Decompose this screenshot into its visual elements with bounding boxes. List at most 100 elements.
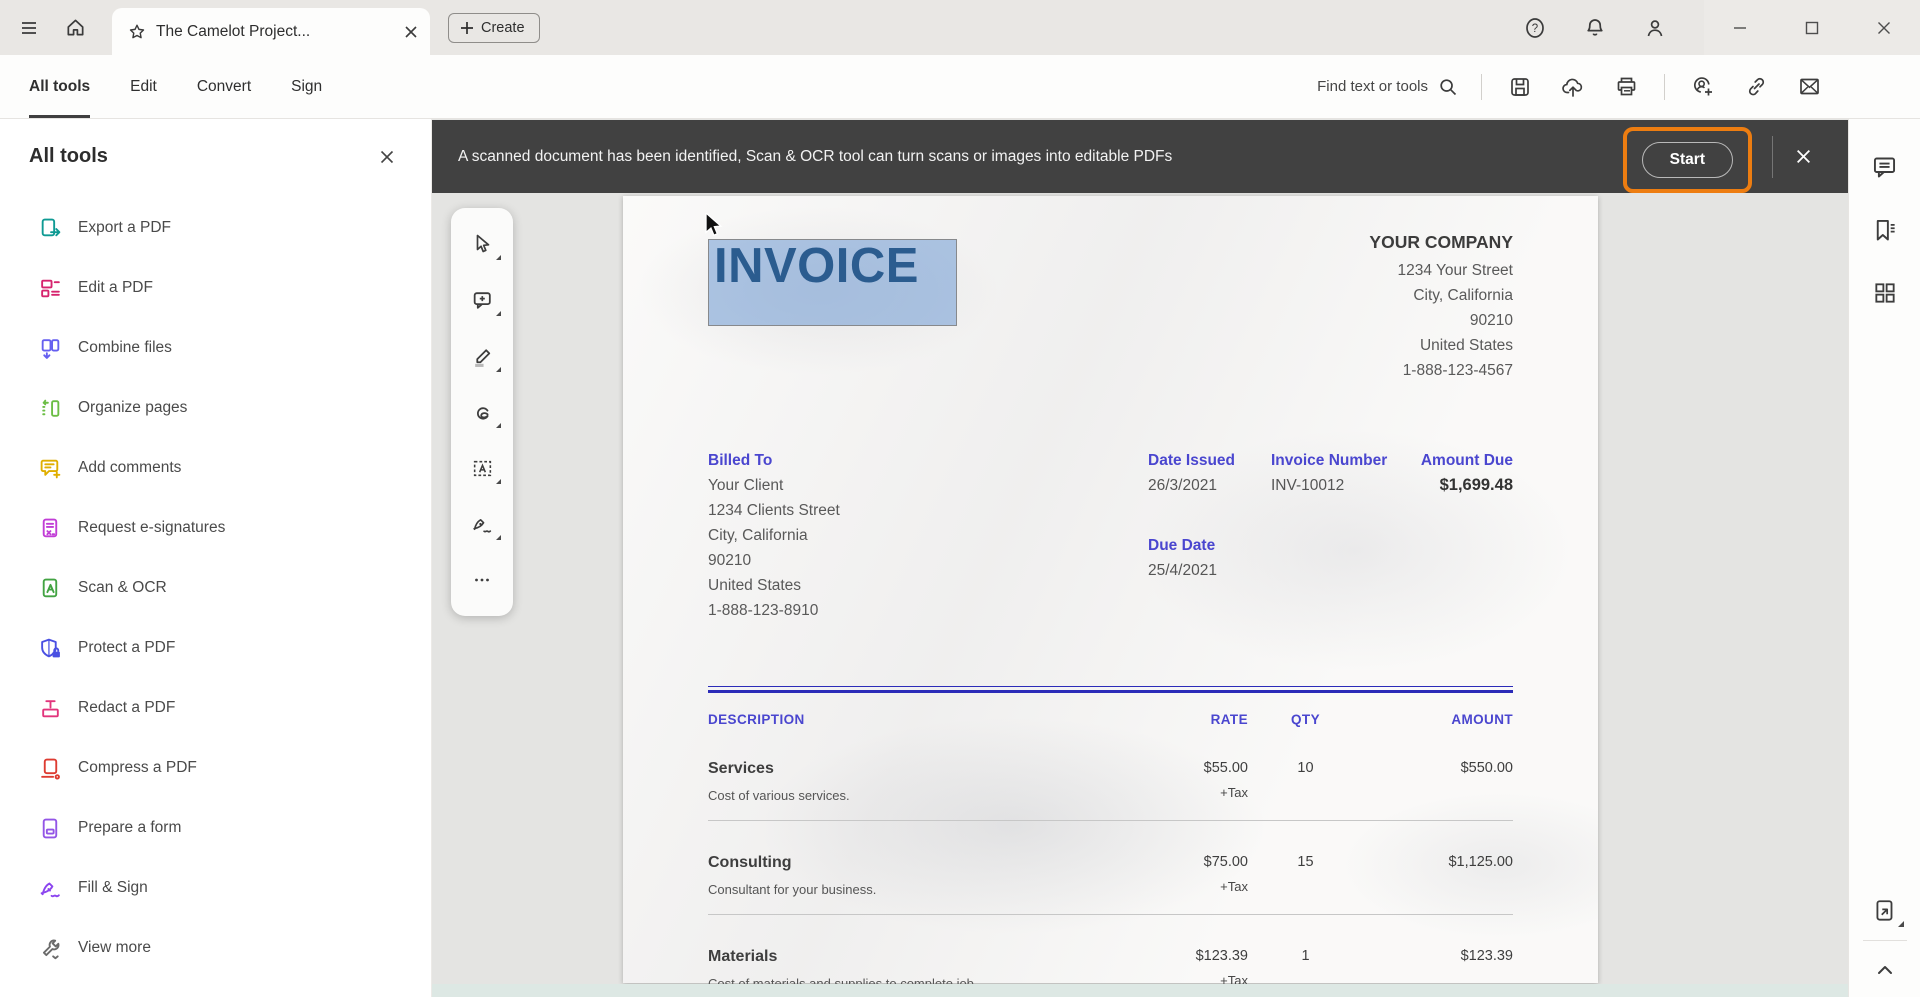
create-button[interactable]: Create	[448, 13, 540, 43]
find-text-or-tools[interactable]: Find text or tools	[1317, 77, 1458, 97]
close-window-button[interactable]	[1848, 0, 1920, 55]
row-rate: $123.39	[1123, 948, 1248, 964]
collapse-rail-button[interactable]	[1868, 955, 1902, 985]
request-signatures-button[interactable]	[1688, 72, 1718, 102]
tool-item-add-comments[interactable]: Add comments	[0, 438, 431, 498]
select-tool-button[interactable]	[451, 216, 513, 272]
title-bar: The Camelot Project... Create ?	[0, 0, 1920, 55]
sign-tool-button[interactable]	[451, 496, 513, 552]
share-link-button[interactable]	[1741, 72, 1771, 102]
tool-item-protect-pdf[interactable]: Protect a PDF	[0, 618, 431, 678]
draw-tool-button[interactable]	[451, 384, 513, 440]
add-comment-tool-button[interactable]	[451, 272, 513, 328]
add-text-tool-button[interactable]	[451, 440, 513, 496]
view-more-icon	[38, 936, 62, 960]
tool-item-compress-pdf[interactable]: Compress a PDF	[0, 738, 431, 798]
header-qty: QTY	[1248, 712, 1363, 727]
billed-line: Your Client	[708, 473, 840, 498]
amount-due-label: Amount Due	[1421, 448, 1513, 473]
close-icon	[379, 149, 395, 165]
maximize-button[interactable]	[1776, 0, 1848, 55]
hamburger-menu-button[interactable]	[6, 18, 52, 38]
pdf-page[interactable]: INVOICE YOUR COMPANY 1234 Your Street Ci…	[623, 196, 1598, 983]
tab-convert[interactable]: Convert	[197, 55, 251, 118]
tab-close-icon[interactable]	[404, 25, 418, 39]
invoice-number-label: Invoice Number	[1271, 448, 1387, 473]
user-icon	[1644, 17, 1666, 39]
tool-item-export-pdf[interactable]: Export a PDF	[0, 198, 431, 258]
company-line: 1234 Your Street	[1369, 258, 1513, 283]
tool-item-scan-ocr[interactable]: Scan & OCR	[0, 558, 431, 618]
company-line: 90210	[1369, 308, 1513, 333]
table-row: Services Cost of various services. $55.0…	[708, 727, 1513, 821]
tab-edit[interactable]: Edit	[130, 55, 157, 118]
table-row: Consulting Consultant for your business.…	[708, 821, 1513, 915]
selected-invoice-title[interactable]: INVOICE	[708, 239, 957, 326]
header-amount: AMOUNT	[1363, 712, 1513, 727]
tool-item-combine-files[interactable]: Combine files	[0, 318, 431, 378]
help-icon: ?	[1524, 17, 1546, 39]
print-button[interactable]	[1611, 72, 1641, 102]
row-note: Consultant for your business.	[708, 882, 1123, 897]
home-button[interactable]	[52, 17, 98, 38]
company-line: 1-888-123-4567	[1369, 358, 1513, 383]
highlight-tool-button[interactable]	[451, 328, 513, 384]
star-icon[interactable]	[128, 23, 146, 41]
tool-item-prepare-form[interactable]: Prepare a form	[0, 798, 431, 858]
tool-item-edit-pdf[interactable]: Edit a PDF	[0, 258, 431, 318]
comments-panel-button[interactable]	[1868, 152, 1902, 182]
cloud-upload-icon	[1561, 75, 1585, 99]
comment-icon	[1871, 154, 1898, 181]
header-rate: RATE	[1123, 712, 1248, 727]
date-issued-value: 26/3/2021	[1148, 473, 1235, 498]
start-ocr-button[interactable]: Start	[1642, 142, 1733, 178]
billed-line: City, California	[708, 523, 840, 548]
invoice-number-value: INV-10012	[1271, 473, 1387, 498]
bookmarks-panel-button[interactable]	[1868, 215, 1902, 245]
ocr-banner-message: A scanned document has been identified, …	[432, 148, 1623, 166]
tool-item-view-more[interactable]: View more	[0, 918, 431, 978]
tool-item-organize-pages[interactable]: Organize pages	[0, 378, 431, 438]
organize-pages-icon	[38, 396, 62, 420]
row-tax: +Tax	[1123, 785, 1248, 800]
save-icon	[1509, 76, 1531, 98]
billed-to-block: Billed To Your Client 1234 Clients Stree…	[708, 448, 840, 623]
banner-close-button[interactable]	[1775, 138, 1848, 175]
document-tab[interactable]: The Camelot Project...	[112, 8, 430, 55]
tab-sign[interactable]: Sign	[291, 55, 322, 118]
bottom-strip	[432, 984, 1848, 997]
amount-due-block: Amount Due $1,699.48	[1421, 448, 1513, 498]
help-button[interactable]: ?	[1512, 17, 1558, 39]
due-date-label: Due Date	[1148, 533, 1217, 558]
redact-pdf-icon	[38, 696, 62, 720]
select-arrow-icon	[471, 233, 493, 255]
upload-cloud-button[interactable]	[1558, 72, 1588, 102]
tab-title: The Camelot Project...	[156, 23, 394, 41]
account-button[interactable]	[1632, 17, 1678, 39]
save-button[interactable]	[1505, 72, 1535, 102]
tool-item-fill-sign[interactable]: Fill & Sign	[0, 858, 431, 918]
right-panel-rail	[1848, 119, 1920, 997]
minimize-button[interactable]	[1704, 0, 1776, 55]
email-button[interactable]	[1794, 72, 1824, 102]
page-thumbnails-button[interactable]	[1868, 278, 1902, 308]
row-qty: 10	[1248, 760, 1363, 803]
tab-all-tools[interactable]: All tools	[29, 55, 90, 118]
notifications-button[interactable]	[1572, 17, 1618, 39]
bookmark-icon	[1871, 217, 1898, 244]
page-view-options-button[interactable]	[1868, 896, 1902, 926]
comment-plus-icon	[471, 289, 494, 312]
company-line: United States	[1369, 333, 1513, 358]
link-icon	[1745, 75, 1768, 98]
compress-pdf-icon	[38, 756, 62, 780]
company-block: YOUR COMPANY 1234 Your Street City, Cali…	[1369, 232, 1513, 383]
billed-line: United States	[708, 573, 840, 598]
tool-item-request-esignatures[interactable]: Request e-signatures	[0, 498, 431, 558]
row-description: Materials	[708, 948, 1123, 966]
more-tools-button[interactable]	[451, 552, 513, 608]
tool-item-redact-pdf[interactable]: Redact a PDF	[0, 678, 431, 738]
panel-close-button[interactable]	[379, 149, 395, 165]
banner-divider	[1772, 136, 1773, 178]
row-amount: $550.00	[1363, 760, 1513, 803]
row-note: Cost of various services.	[708, 788, 1123, 803]
